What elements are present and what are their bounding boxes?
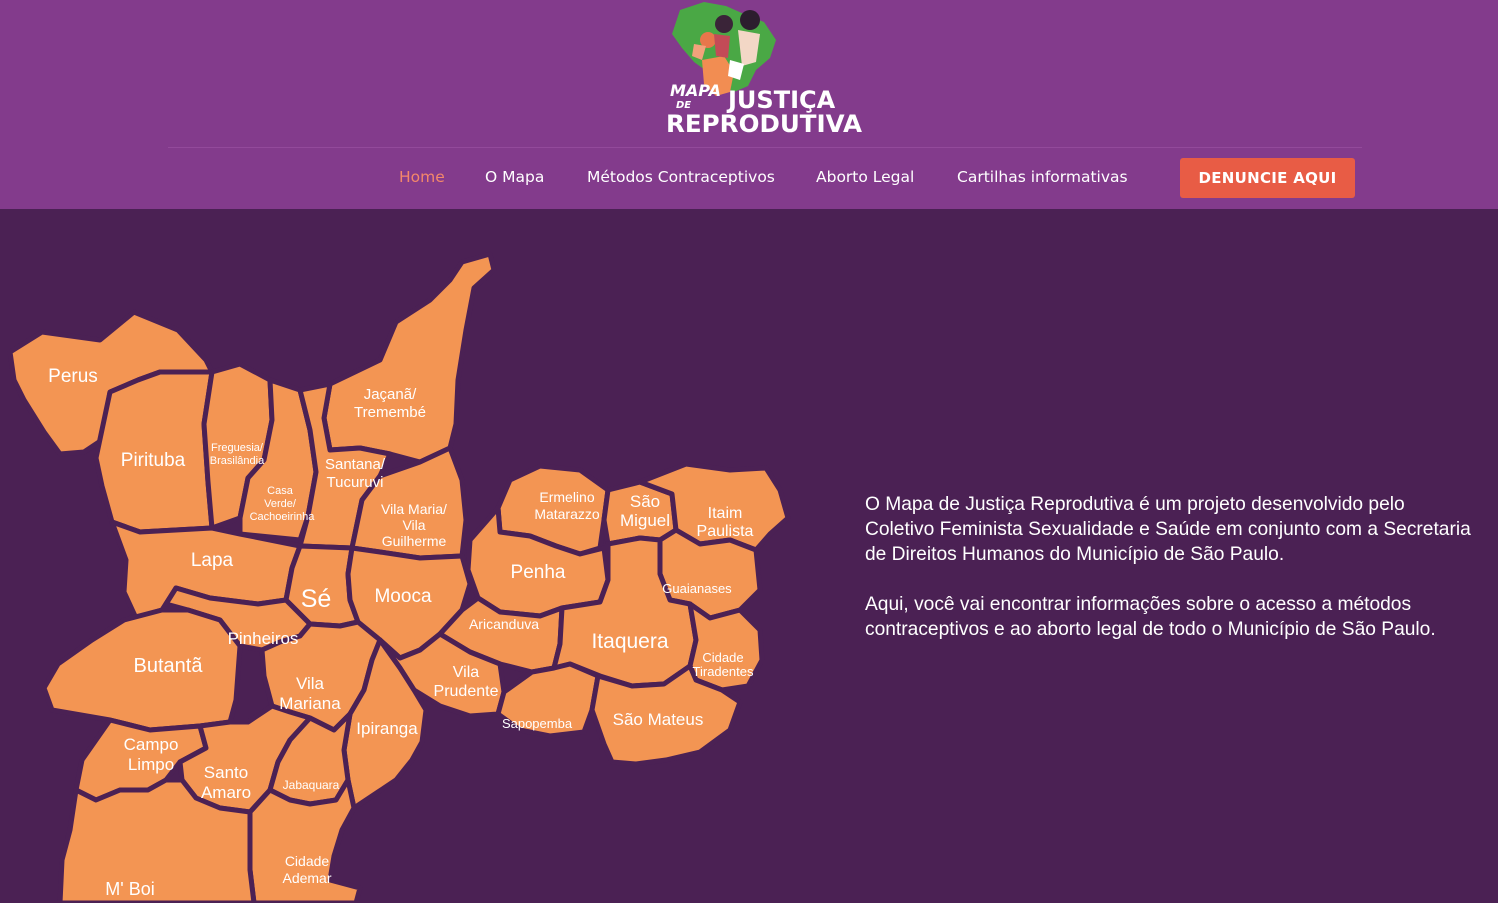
label-vilaprudente-1: Vila — [453, 664, 479, 681]
label-mooca: Mooca — [374, 586, 431, 607]
label-casa-2: Verde/ — [264, 498, 297, 510]
label-saomiguel-1: São — [630, 492, 660, 511]
label-saomateus: São Mateus — [613, 710, 704, 729]
label-jacana-1: Jaçanã/ — [364, 386, 417, 403]
label-santana-2: Tucuruvi — [327, 474, 384, 491]
logo-wordmark: MAPA DE JUSTIÇA REPRODUTIVA — [666, 81, 862, 136]
label-jabaquara: Jabaquara — [283, 778, 340, 792]
nav-item-metodos-contraceptivos[interactable]: Métodos Contraceptivos — [587, 168, 775, 186]
nav-item-aborto-legal[interactable]: Aborto Legal — [816, 168, 914, 186]
label-casa-1: Casa — [267, 485, 294, 497]
label-casa-3: Cachoeirinha — [250, 511, 316, 523]
label-cidadeademar-1: Cidade — [285, 853, 330, 869]
label-cidadeademar-2: Ademar — [282, 870, 331, 886]
label-vilamaria-1: Vila Maria/ — [381, 501, 447, 517]
label-itaquera: Itaquera — [591, 630, 668, 653]
label-tiradentes-1: Cidade — [702, 650, 743, 665]
label-saomiguel-2: Miguel — [620, 511, 670, 530]
label-perus: Perus — [48, 366, 98, 387]
nav-item-o-mapa[interactable]: O Mapa — [485, 168, 544, 186]
label-vilaprudente-2: Prudente — [434, 683, 499, 700]
label-campolimpo-2: Limpo — [128, 755, 174, 774]
region-jacana[interactable] — [321, 251, 497, 465]
denuncie-aqui-button[interactable]: DENUNCIE AQUI — [1180, 158, 1355, 198]
label-itaim-2: Paulista — [697, 523, 754, 540]
label-ipiranga: Ipiranga — [356, 719, 418, 738]
label-freguesia-2: Brasilândia — [210, 455, 265, 467]
label-sapopemba: Sapopemba — [502, 716, 573, 731]
label-se: Sé — [301, 585, 332, 613]
label-aricanduva: Aricanduva — [469, 616, 539, 632]
label-jacana-2: Tremembé — [354, 404, 426, 421]
label-pirituba: Pirituba — [121, 450, 186, 471]
label-vilamaria-3: Guilherme — [382, 533, 447, 549]
label-guaianases: Guaianases — [662, 581, 732, 596]
label-itaim-1: Itaim — [708, 505, 743, 522]
site-header: MAPA DE JUSTIÇA REPRODUTIVA Home O Mapa … — [0, 0, 1498, 209]
label-pinheiros: Pinheiros — [228, 629, 299, 648]
label-lapa: Lapa — [191, 550, 234, 571]
label-tiradentes-2: Tiradentes — [693, 664, 754, 679]
label-vilamariana-2: Mariana — [279, 694, 341, 713]
label-mboi: M' Boi — [105, 879, 154, 899]
label-freguesia-1: Freguesia/ — [211, 442, 264, 454]
sao-paulo-map: Perus Pirituba Freguesia/ Brasilândia Ca… — [7, 251, 791, 903]
label-penha: Penha — [511, 562, 566, 583]
nav-item-cartilhas-informativas[interactable]: Cartilhas informativas — [957, 168, 1128, 186]
intro-paragraph-1: O Mapa de Justiça Reprodutiva é um proje… — [865, 494, 1471, 565]
label-santoamaro-2: Amaro — [201, 783, 251, 802]
label-santana-1: Santana/ — [325, 456, 386, 473]
intro-text: O Mapa de Justiça Reprodutiva é um proje… — [865, 492, 1475, 642]
label-butanta: Butantã — [134, 655, 204, 677]
label-vilamaria-2: Vila — [402, 517, 425, 533]
label-ermelino-1: Ermelino — [539, 489, 594, 505]
label-santoamaro-1: Santo — [204, 763, 248, 782]
logo-line-reprodutiva: REPRODUTIVA — [666, 110, 862, 136]
nav-item-home[interactable]: Home — [399, 168, 445, 186]
logo-line-mapa: MAPA — [670, 81, 721, 100]
header-divider — [168, 147, 1362, 148]
main-nav: Home O Mapa Métodos Contraceptivos Abort… — [0, 158, 1498, 198]
label-ermelino-2: Matarazzo — [534, 506, 600, 522]
label-campolimpo-1: Campo — [124, 735, 179, 754]
intro-paragraph-2: Aqui, você vai encontrar informações sob… — [865, 594, 1436, 640]
label-vilamariana-1: Vila — [296, 674, 325, 693]
